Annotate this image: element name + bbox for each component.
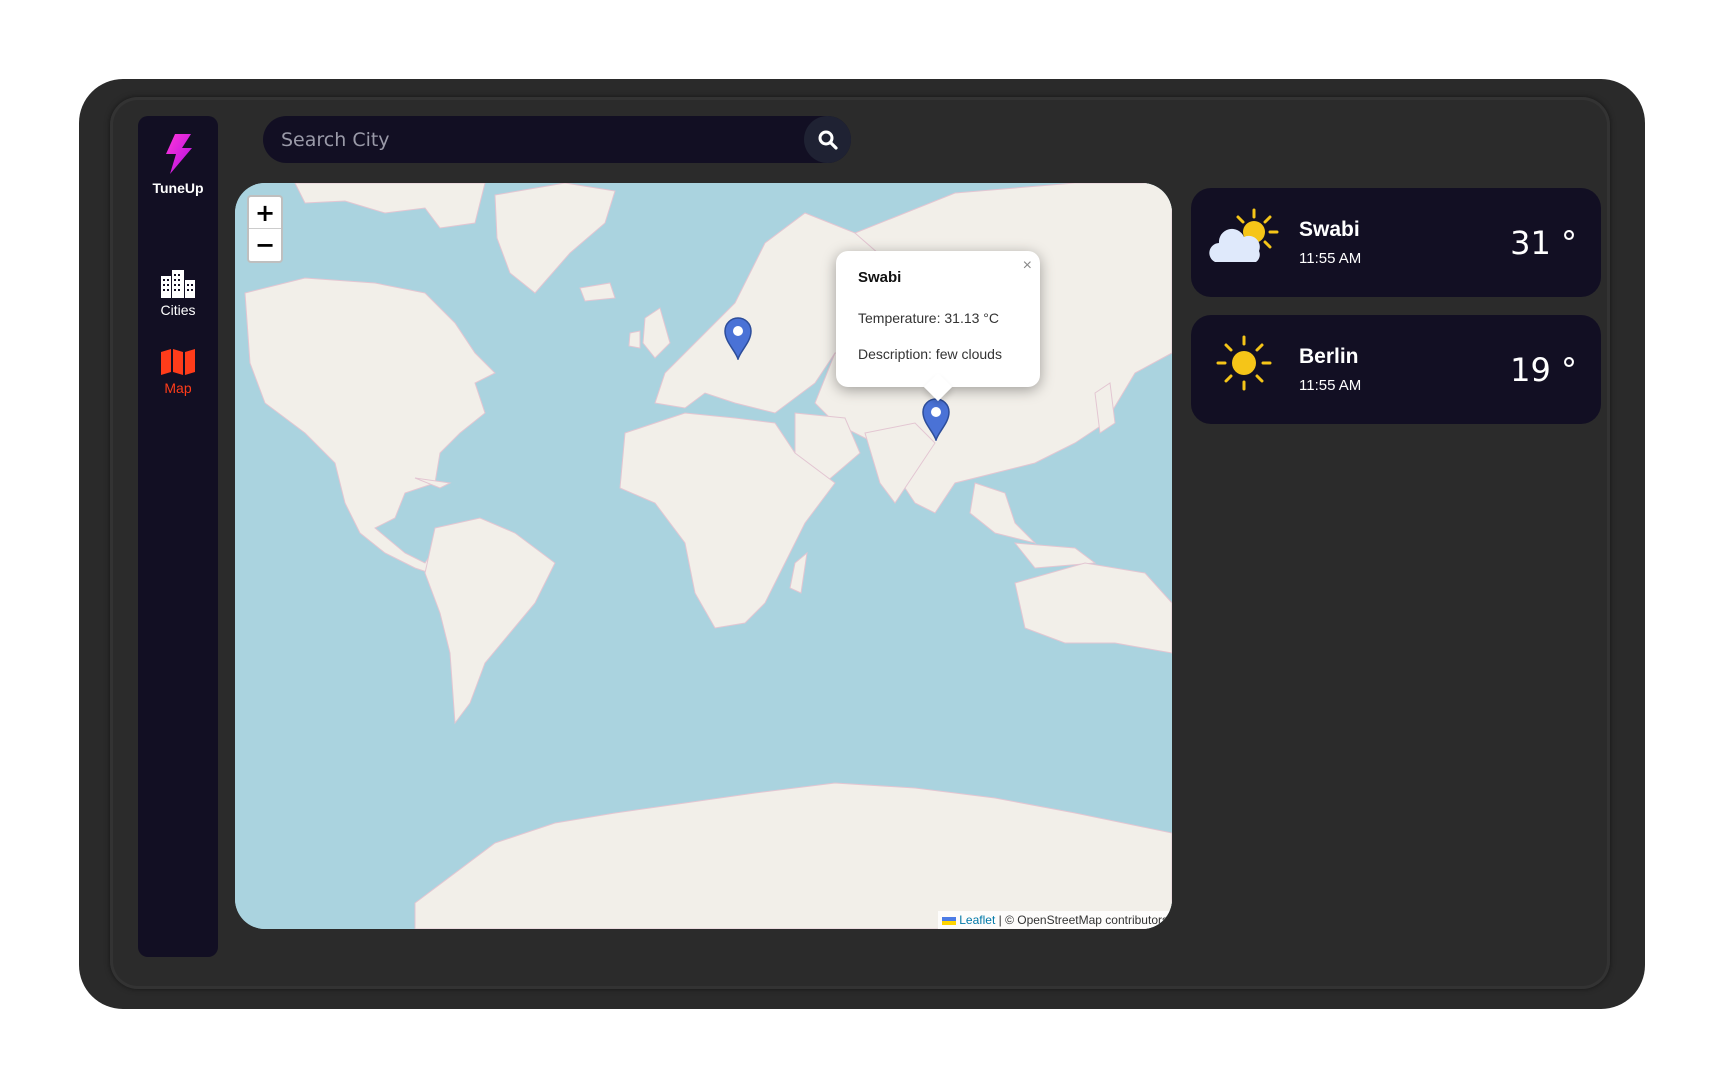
marker-swabi[interactable]: [921, 397, 951, 441]
map-popup: × Swabi Temperature: 31.13 °C Descriptio…: [836, 251, 1040, 387]
map-attribution: Leaflet | © OpenStreetMap contributors: [938, 911, 1172, 929]
partly-cloudy-icon: [1209, 208, 1279, 262]
zoom-control: + −: [247, 195, 283, 263]
weather-card-swabi[interactable]: Swabi 11:55 AM 31 °: [1191, 188, 1601, 297]
leaflet-link[interactable]: Leaflet: [959, 913, 995, 927]
map-icon: [161, 349, 195, 375]
search-button[interactable]: [804, 116, 851, 163]
nav-label-map: Map: [164, 380, 192, 396]
sidebar: TuneUp Cities Map: [138, 116, 218, 957]
nav-label-cities: Cities: [160, 302, 196, 318]
popup-title: Swabi: [858, 269, 902, 286]
nav-item-map[interactable]: Map: [138, 348, 218, 396]
card-time: 11:55 AM: [1299, 250, 1362, 267]
device-frame: TuneUp Cities Map Search City + − × Swab…: [79, 79, 1645, 1009]
card-temperature: 19 °: [1510, 351, 1577, 389]
search-icon: [818, 130, 838, 150]
popup-close-button[interactable]: ×: [1023, 257, 1032, 275]
card-time: 11:55 AM: [1299, 377, 1362, 394]
popup-description: Description: few clouds: [858, 346, 1002, 362]
sun-icon: [1216, 335, 1272, 391]
ukraine-flag-icon: [942, 916, 957, 925]
app-screen: TuneUp Cities Map Search City + − × Swab…: [110, 97, 1610, 989]
nav-item-cities[interactable]: Cities: [138, 268, 218, 318]
search-bar: [263, 116, 851, 163]
world-map[interactable]: + − × Swabi Temperature: 31.13 °C Descri…: [235, 183, 1172, 929]
card-temperature: 31 °: [1510, 224, 1577, 262]
card-city-name: Berlin: [1299, 345, 1359, 368]
brand-name: TuneUp: [152, 180, 204, 196]
marker-berlin[interactable]: [723, 316, 753, 360]
attribution-text: | © OpenStreetMap contributors: [995, 913, 1168, 927]
weather-card-berlin[interactable]: Berlin 11:55 AM 19 °: [1191, 315, 1601, 424]
search-input[interactable]: [281, 116, 781, 163]
city-icon: [161, 270, 195, 298]
card-city-name: Swabi: [1299, 218, 1360, 241]
popup-temperature: Temperature: 31.13 °C: [858, 310, 1000, 326]
zoom-out-button[interactable]: −: [249, 229, 281, 261]
zoom-in-button[interactable]: +: [249, 197, 281, 229]
lightning-logo-icon: [166, 134, 192, 174]
brand[interactable]: TuneUp: [138, 132, 218, 196]
